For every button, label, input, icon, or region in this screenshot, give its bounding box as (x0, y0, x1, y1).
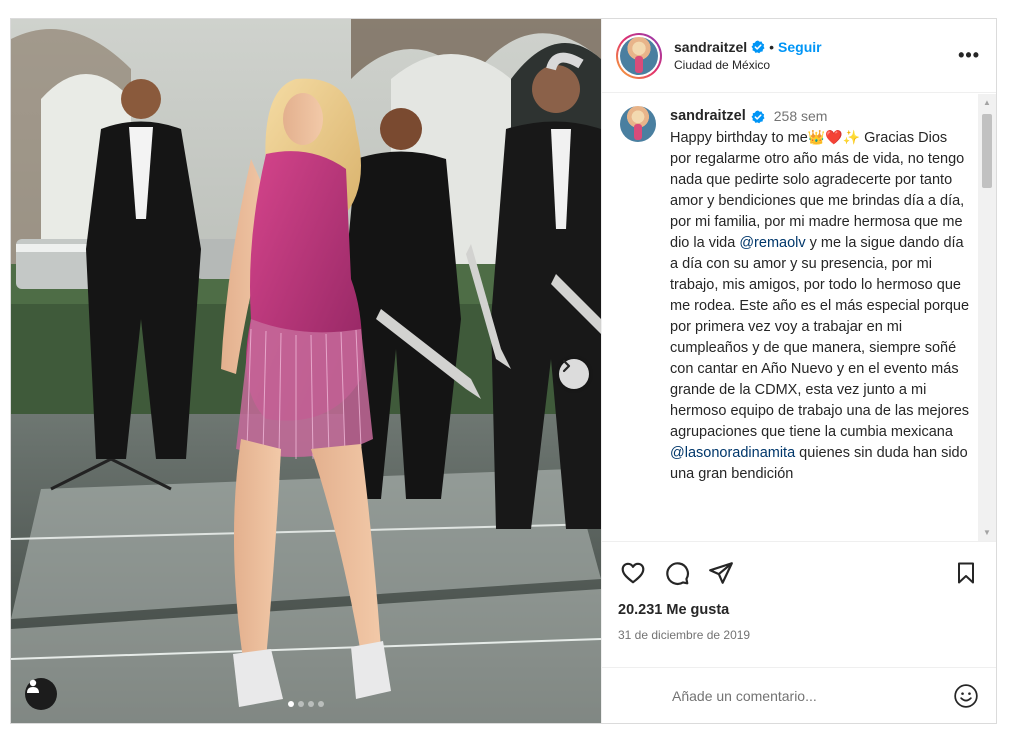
mention-link[interactable]: @lasonoradinamita (670, 445, 795, 461)
send-icon[interactable] (706, 558, 736, 588)
post-dialog: sandraitzel • Seguir Ciudad de México ••… (10, 18, 997, 724)
caption-username[interactable]: sandraitzel (670, 106, 746, 127)
caption-body: sandraitzel 258 sem Happy birthday to me… (670, 106, 971, 485)
carousel-indicators (11, 701, 601, 707)
tagged-users-button[interactable] (25, 678, 57, 710)
more-options-button[interactable]: ••• (958, 45, 980, 66)
comment-input[interactable] (672, 687, 951, 704)
post-header: sandraitzel • Seguir Ciudad de México ••… (602, 19, 996, 93)
scroll-down-icon[interactable]: ▼ (978, 524, 996, 541)
carousel-dot (298, 701, 304, 707)
post-actions: 20.231 Me gusta 31 de diciembre de 2019 (602, 541, 996, 651)
smiley-icon[interactable] (951, 681, 981, 711)
carousel-dot (308, 701, 314, 707)
carousel-dot (318, 701, 324, 707)
mention-link[interactable]: @remaolv (739, 235, 805, 251)
post-photo[interactable] (11, 19, 601, 723)
follow-button[interactable]: Seguir (778, 38, 822, 56)
avatar[interactable] (616, 32, 662, 79)
caption-text: Gracias Dios por regalarme otro año más … (670, 130, 965, 251)
author-username[interactable]: sandraitzel (674, 38, 747, 56)
scrollbar[interactable]: ▲ ▼ (978, 94, 996, 541)
caption: sandraitzel 258 sem Happy birthday to me… (602, 94, 996, 485)
comment-bubble-icon[interactable] (662, 558, 692, 588)
verified-badge-icon (751, 40, 765, 54)
scrollbar-thumb[interactable] (982, 114, 992, 188)
photo-illustration (11, 19, 601, 723)
comment-form (602, 667, 996, 723)
verified-badge-icon (751, 110, 765, 124)
post-location[interactable]: Ciudad de México (674, 58, 822, 74)
post-time[interactable]: 258 sem (774, 106, 828, 127)
caption-text: y me la sigue dando día a día con su amo… (670, 235, 970, 440)
likes-count[interactable]: 20.231 Me gusta (618, 602, 981, 618)
carousel-dot (288, 701, 294, 707)
heart-icon[interactable] (618, 558, 648, 588)
caption-scroll-area[interactable]: sandraitzel 258 sem Happy birthday to me… (602, 94, 996, 541)
scroll-up-icon[interactable]: ▲ (978, 94, 996, 111)
caption-emojis: 👑❤️✨ (807, 129, 861, 145)
caption-text: Happy birthday to me (670, 130, 808, 146)
post-side-panel: sandraitzel • Seguir Ciudad de México ••… (601, 19, 996, 723)
next-slide-button[interactable] (559, 359, 589, 389)
bookmark-icon[interactable] (951, 558, 981, 588)
caption-avatar[interactable] (620, 106, 656, 142)
post-date[interactable]: 31 de diciembre de 2019 (618, 628, 981, 642)
separator: • (769, 38, 775, 55)
